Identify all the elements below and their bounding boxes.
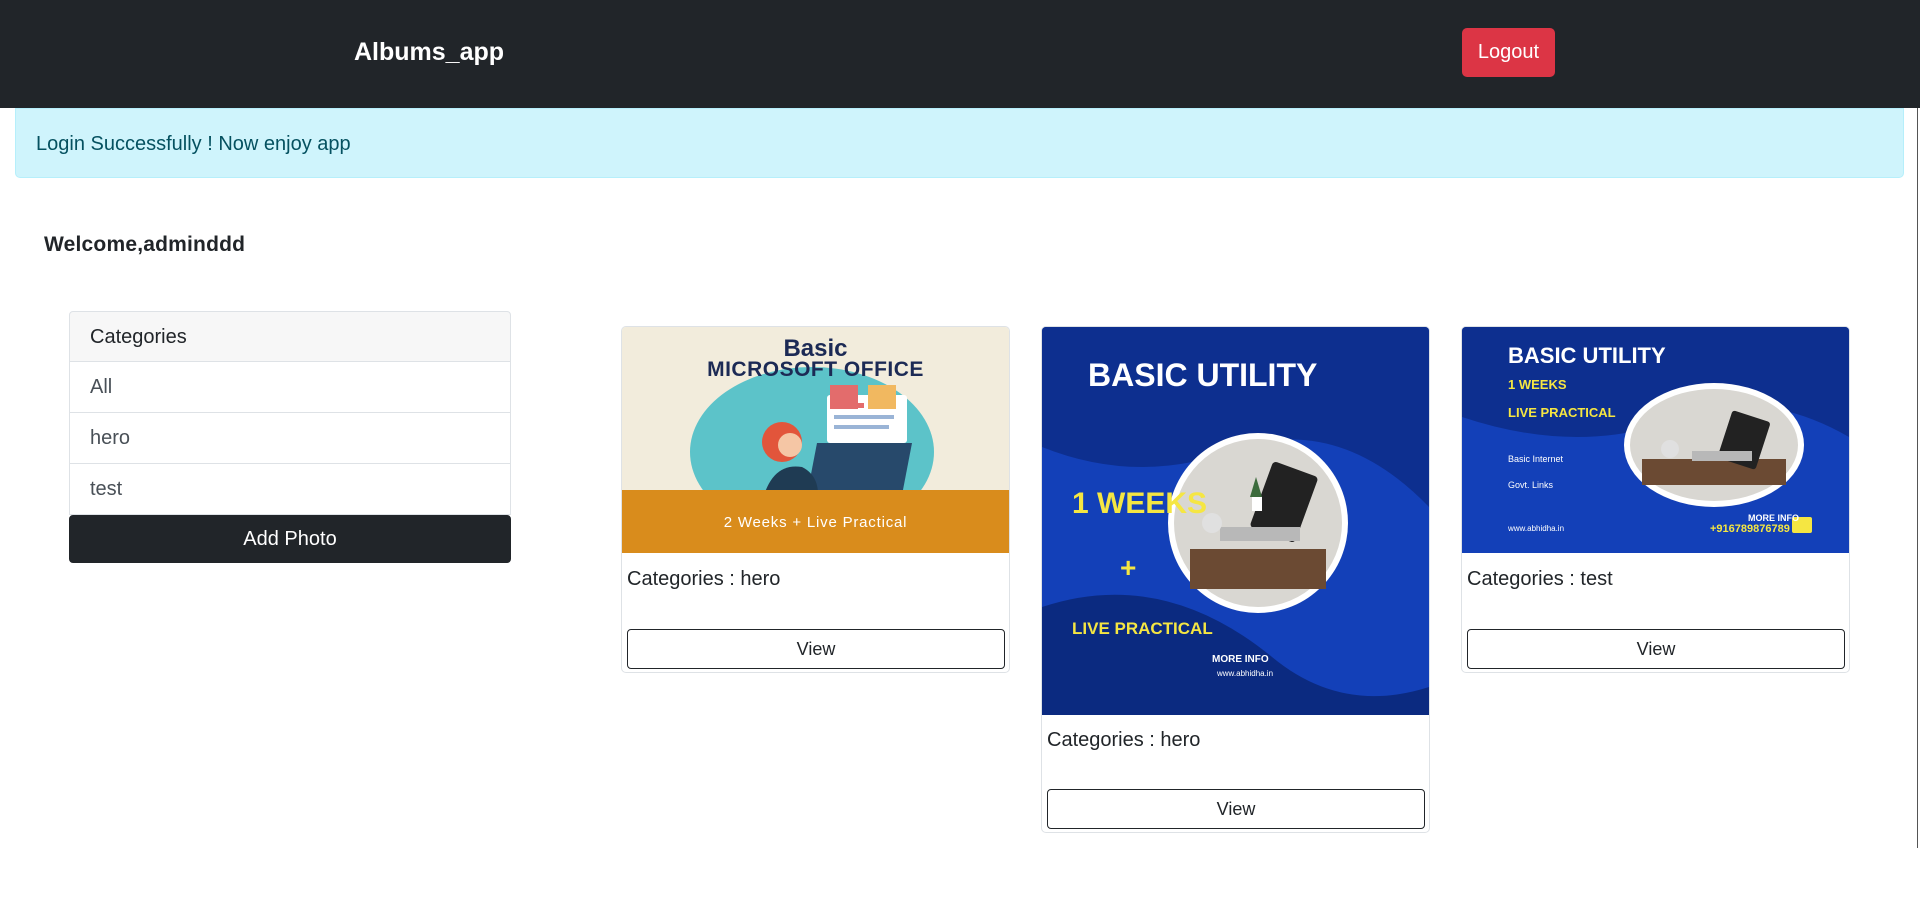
category-item-hero[interactable]: hero (69, 413, 511, 464)
card-category-label: Categories : hero (1047, 729, 1201, 751)
category-item-test[interactable]: test (69, 464, 511, 515)
image-text: MORE INFO (1748, 513, 1799, 523)
add-photo-button[interactable]: Add Photo (69, 515, 511, 563)
image-text: BASIC UTILITY (1508, 343, 1666, 368)
photo-card: BASIC UTILITY 1 WEEKS + LIVE PRACTICAL M… (1041, 326, 1430, 833)
photo-image[interactable]: BASIC UTILITY 1 WEEKS LIVE PRACTICAL Bas… (1462, 327, 1849, 553)
photo-card: Basic MICROSOFT OFFICE 2 Weeks + Live Pr… (621, 326, 1010, 673)
card-category-label: Categories : hero (627, 568, 781, 590)
image-text: 1 WEEKS (1508, 377, 1567, 392)
top-navbar: Albums_app Logout (0, 0, 1920, 108)
image-text: www.abhidha.in (1217, 669, 1274, 678)
category-item-all[interactable]: All (69, 362, 511, 413)
image-text: 1 WEEKS (1072, 487, 1208, 520)
image-text: www.abhidha.in (1508, 524, 1565, 533)
image-text: LIVE PRACTICAL (1072, 619, 1213, 638)
welcome-heading: Welcome,adminddd (44, 233, 246, 256)
photo-card: BASIC UTILITY 1 WEEKS LIVE PRACTICAL Bas… (1461, 326, 1850, 673)
page-scrollbar[interactable] (1917, 108, 1918, 848)
image-text: Basic Internet (1508, 454, 1564, 464)
image-text: MORE INFO (1212, 654, 1269, 665)
login-success-alert: Login Successfully ! Now enjoy app (15, 108, 1904, 178)
alert-message: Login Successfully ! Now enjoy app (36, 133, 351, 155)
view-button[interactable]: View (1047, 789, 1425, 829)
image-text: Govt. Links (1508, 480, 1554, 490)
categories-header: Categories (69, 311, 511, 362)
app-brand[interactable]: Albums_app (354, 38, 504, 67)
logout-button[interactable]: Logout (1462, 28, 1555, 77)
image-text: +916789876789 (1710, 523, 1790, 535)
categories-panel: Categories All hero test Add Photo (69, 311, 511, 563)
image-text: LIVE PRACTICAL (1508, 405, 1616, 420)
image-text: BASIC UTILITY (1088, 357, 1318, 393)
view-button[interactable]: View (627, 629, 1005, 669)
image-text: 2 Weeks + Live Practical (723, 514, 908, 531)
image-text: MICROSOFT OFFICE (707, 358, 924, 381)
image-text: + (1120, 552, 1137, 583)
photo-image[interactable]: Basic MICROSOFT OFFICE 2 Weeks + Live Pr… (622, 327, 1009, 553)
view-button[interactable]: View (1467, 629, 1845, 669)
card-category-label: Categories : test (1467, 568, 1613, 590)
photo-image[interactable]: BASIC UTILITY 1 WEEKS + LIVE PRACTICAL M… (1042, 327, 1429, 715)
